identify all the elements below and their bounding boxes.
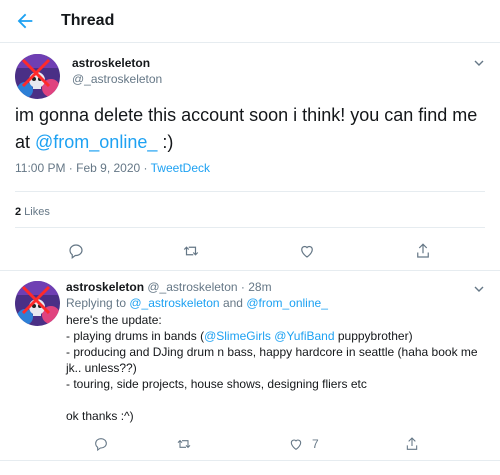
divider [15,227,485,228]
replying-and: and [219,296,247,310]
chevron-down-icon[interactable] [473,57,485,69]
mention-link[interactable]: @YufiBand [274,329,334,343]
text-part: puppybrother) [334,329,413,343]
mention-link[interactable]: @_astroskeleton [129,296,219,310]
text-line: - producing and DJing drum n bass, happy… [66,345,478,375]
tweet-text-part: :) [157,132,174,152]
divider [15,191,485,192]
like-count: 7 [312,437,319,451]
reply-text: here's the update: - playing drums in ba… [66,312,486,424]
author-handle[interactable]: @_astroskeleton [72,72,162,86]
reply-tweet[interactable]: astroskeleton @_astroskeleton · 28m Repl… [0,271,500,461]
share-icon[interactable] [414,242,432,260]
mention-link[interactable]: @from_online_ [246,296,328,310]
text-part: - playing drums in bands ( [66,329,205,343]
author-name[interactable]: astroskeleton [66,280,144,294]
retweet-icon[interactable] [182,242,200,260]
avatar[interactable] [15,281,60,326]
share-icon[interactable] [404,436,420,452]
like-icon[interactable] [288,436,304,452]
page-title: Thread [61,12,115,29]
replying-prefix: Replying to [66,296,130,310]
chevron-down-icon[interactable] [473,283,485,295]
text-line: ok thanks :^) [66,409,134,423]
tweet-time[interactable]: 11:00 PM · Feb 9, 2020 · [15,161,151,175]
main-tweet: astroskeleton @_astroskeleton im gonna d… [0,43,500,271]
reply-icon[interactable] [93,436,109,452]
avatar[interactable] [15,54,60,99]
likes-label: Likes [21,206,50,218]
likes-count[interactable]: 2 Likes [15,206,50,218]
replying-to: Replying to @_astroskeleton and @from_on… [66,296,328,310]
text-line: here's the update: [66,313,162,327]
back-arrow-icon[interactable] [14,10,36,32]
reply-header: astroskeleton @_astroskeleton · 28m [66,280,272,294]
mention-link[interactable]: @from_online_ [35,132,157,152]
tweet-source[interactable]: TweetDeck [151,161,210,175]
tweet-timestamp: 11:00 PM · Feb 9, 2020 · TweetDeck [15,161,210,175]
tweet-text: im gonna delete this account soon i thin… [15,102,485,156]
retweet-icon[interactable] [176,436,192,452]
like-icon[interactable] [298,242,316,260]
reply-icon[interactable] [67,242,85,260]
mention-link[interactable]: @SlimeGirls [204,329,271,343]
author-handle-time[interactable]: @_astroskeleton · 28m [144,280,271,294]
thread-header: Thread [0,0,500,43]
text-line: - touring, side projects, house shows, d… [66,377,367,391]
author-name[interactable]: astroskeleton [72,56,150,70]
text-line: - playing drums in bands (@SlimeGirls @Y… [66,328,486,344]
